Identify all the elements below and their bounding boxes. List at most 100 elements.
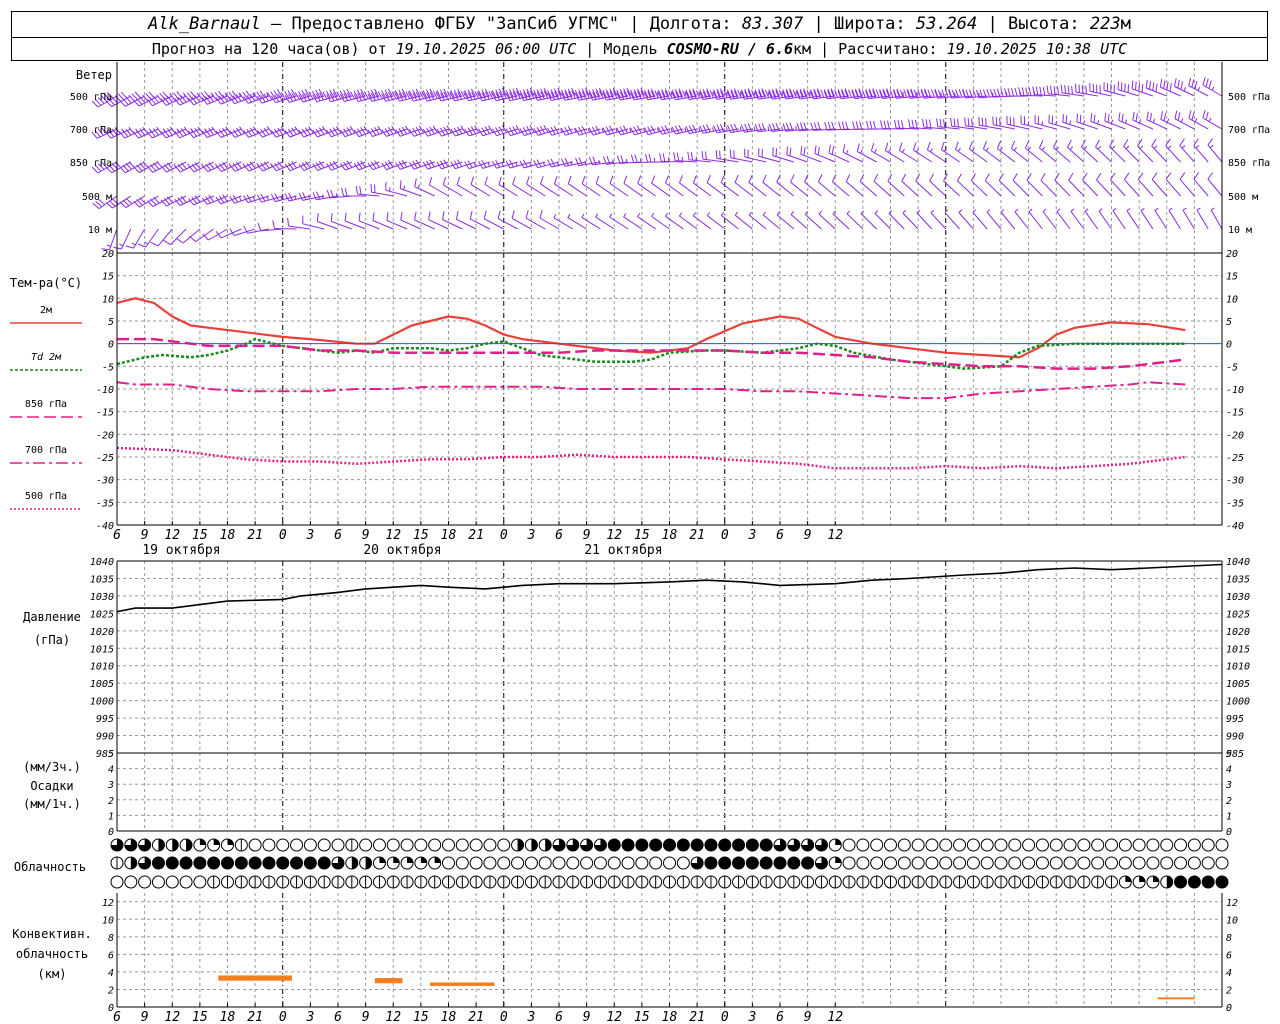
wind-barb bbox=[665, 175, 684, 197]
time-tick-label: 0 bbox=[279, 1010, 287, 1024]
cloud-fill-middle bbox=[249, 857, 262, 869]
time-tick-label: 9 bbox=[362, 1010, 370, 1024]
cloud-fill-high bbox=[622, 839, 635, 851]
cloud-symbol-middle bbox=[1049, 856, 1063, 870]
y-tick-label-left: 1005 bbox=[90, 679, 114, 690]
time-tick-label: 0 bbox=[500, 1010, 508, 1024]
wind-barb bbox=[818, 210, 836, 230]
cloud-symbol-middle bbox=[911, 856, 925, 870]
wind-barb bbox=[944, 209, 960, 230]
y-tick-label-right: 995 bbox=[1226, 714, 1244, 725]
wind-barb bbox=[609, 213, 629, 230]
cloud-symbol-middle bbox=[994, 856, 1008, 870]
cloud-symbol-middle bbox=[884, 856, 897, 870]
y-tick-label-left: 1000 bbox=[90, 697, 114, 708]
wind-level-label-left: 700 гПа bbox=[70, 125, 112, 136]
time-tick-label: 9 bbox=[804, 528, 812, 543]
cloud-symbol-middle bbox=[497, 856, 511, 870]
y-tick-label-left: 990 bbox=[96, 732, 114, 743]
cloud-symbol-high bbox=[1091, 838, 1105, 852]
wind-barb bbox=[996, 140, 1016, 163]
y-tick-label-right: 1030 bbox=[1226, 592, 1250, 603]
cloud-symbol-middle bbox=[1077, 856, 1091, 870]
wind-panel bbox=[91, 76, 1223, 251]
cloud-symbol-middle bbox=[635, 856, 649, 870]
y-tick-label-right: 1020 bbox=[1226, 627, 1250, 638]
cloud-fill-middle bbox=[787, 857, 800, 869]
time-tick-label: 21 bbox=[689, 1010, 705, 1024]
cloud-symbol-high bbox=[897, 838, 911, 852]
cloud-fill-high bbox=[545, 839, 552, 851]
y-tick-label-right: -30 bbox=[1226, 476, 1244, 487]
cloud-fill-middle bbox=[207, 857, 220, 869]
wind-barb bbox=[1168, 207, 1182, 230]
cloud-symbol-middle bbox=[663, 856, 676, 870]
time-tick-label: 18 bbox=[441, 1010, 457, 1024]
cloud-axis-title: Облачность bbox=[14, 860, 86, 874]
y-tick-label-left: -10 bbox=[96, 385, 114, 396]
cloud-fill-high bbox=[213, 838, 220, 845]
cloud-fill-high bbox=[835, 838, 842, 845]
time-tick-label: 6 bbox=[113, 1010, 121, 1024]
y-tick-label-left: 5 bbox=[108, 317, 114, 328]
cloud-fill-middle bbox=[262, 857, 275, 869]
cloud-symbol-high bbox=[303, 838, 317, 852]
cloud-symbol-high bbox=[870, 838, 884, 852]
cloud-fill-low bbox=[1125, 876, 1132, 882]
time-tick-label: 6 bbox=[555, 528, 563, 543]
temperature-panel bbox=[116, 297, 1186, 470]
cloud-symbol-middle bbox=[1022, 856, 1036, 870]
convective-bar bbox=[1157, 997, 1195, 1000]
y-tick-label-left: 3 bbox=[107, 780, 114, 791]
wind-barb bbox=[651, 212, 670, 230]
wind-barb bbox=[845, 174, 864, 197]
time-tick-label: 6 bbox=[555, 1010, 563, 1024]
wind-barb bbox=[133, 161, 159, 173]
wind-barb bbox=[1193, 172, 1209, 197]
cloud-fill-high bbox=[732, 839, 745, 851]
wind-barb bbox=[257, 222, 283, 232]
wind-barb bbox=[1123, 139, 1140, 163]
wind-barb bbox=[316, 213, 339, 230]
wind-barb bbox=[1165, 138, 1181, 163]
wind-barb bbox=[824, 121, 850, 131]
wind-barb bbox=[1042, 208, 1057, 230]
cloud-fill-high bbox=[608, 839, 621, 851]
cloud-symbol-middle bbox=[1174, 856, 1188, 870]
time-tick-label: 9 bbox=[804, 1010, 812, 1024]
convective-axis-title-2: облачность bbox=[16, 947, 88, 961]
cloud-fill-middle bbox=[407, 856, 414, 863]
wind-barb bbox=[790, 174, 808, 197]
y-tick-label-left: 12 bbox=[102, 898, 114, 909]
cloud-fill-middle bbox=[835, 856, 842, 863]
wind-barb bbox=[1154, 207, 1168, 230]
cloud-fill-middle bbox=[801, 857, 814, 869]
wind-barb bbox=[1140, 207, 1154, 230]
y-tick-label-left: 0 bbox=[108, 1003, 114, 1014]
wind-title: Ветер bbox=[76, 68, 112, 82]
wind-barb bbox=[1014, 208, 1029, 230]
cloud-symbol-low bbox=[110, 875, 124, 889]
wind-barb bbox=[1006, 115, 1029, 130]
wind-barb bbox=[1046, 85, 1071, 97]
wind-barb bbox=[355, 185, 380, 197]
y-tick-label-right: 5 bbox=[1226, 749, 1232, 760]
legend-label-t2m: 2м bbox=[40, 305, 52, 316]
cloud-symbol-high bbox=[953, 838, 967, 852]
cloud-symbol-high bbox=[276, 838, 290, 852]
wind-barb bbox=[1056, 208, 1071, 230]
wind-barb bbox=[972, 209, 988, 230]
cloud-symbol-low bbox=[138, 875, 152, 889]
cloud-symbol-middle bbox=[621, 856, 635, 870]
y-tick-label-left: 15 bbox=[102, 272, 114, 283]
time-tick-label: 6 bbox=[113, 528, 121, 543]
temperature-series-t700 bbox=[116, 381, 1186, 400]
wind-barb bbox=[884, 142, 905, 163]
wind-barb bbox=[637, 213, 656, 230]
day-label: 19 октября bbox=[142, 543, 220, 558]
wind-barb bbox=[400, 211, 422, 230]
wind-barb bbox=[1040, 172, 1057, 197]
wind-barb bbox=[729, 149, 753, 163]
y-tick-label-right: -25 bbox=[1226, 453, 1244, 464]
cloud-symbol-high bbox=[317, 838, 331, 852]
